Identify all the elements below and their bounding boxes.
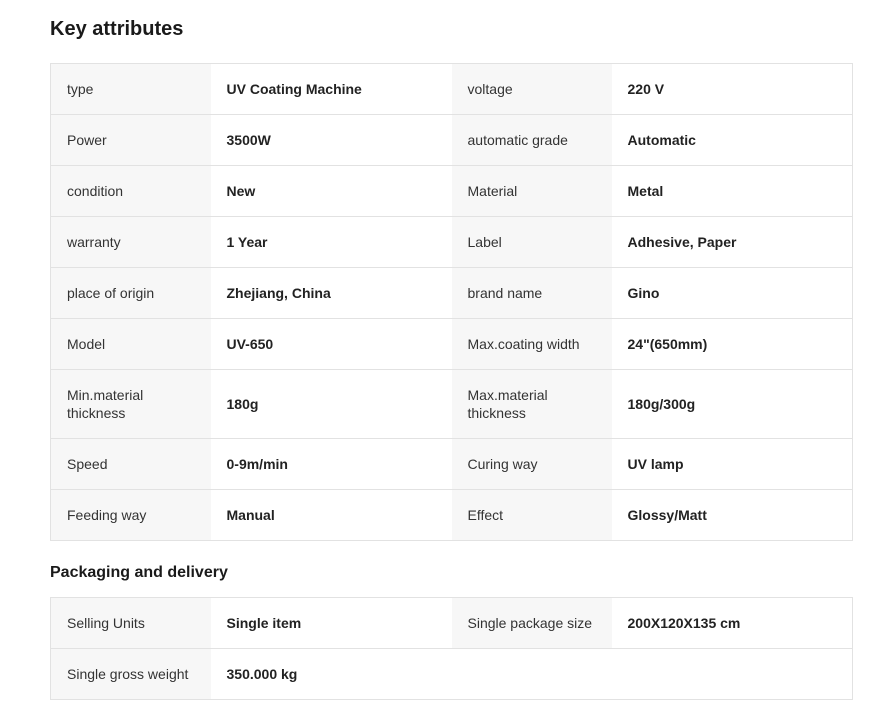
attribute-label: place of origin bbox=[50, 267, 211, 319]
attribute-label: Effect bbox=[451, 489, 612, 541]
attribute-label: Power bbox=[50, 114, 211, 166]
attribute-label: Max.coating width bbox=[451, 318, 612, 370]
table-row: Speed 0-9m/min Curing way UV lamp bbox=[50, 438, 853, 490]
attribute-value: 180g bbox=[210, 369, 452, 439]
attribute-value: Gino bbox=[611, 267, 853, 319]
attribute-value: 180g/300g bbox=[611, 369, 853, 439]
attribute-label: type bbox=[50, 63, 211, 115]
attribute-value: Zhejiang, China bbox=[210, 267, 452, 319]
table-row: Single gross weight 350.000 kg bbox=[50, 648, 853, 700]
attribute-label: voltage bbox=[451, 63, 612, 115]
attribute-value: New bbox=[210, 165, 452, 217]
table-row: condition New Material Metal bbox=[50, 165, 853, 217]
attribute-label: Min.material thickness bbox=[50, 369, 211, 439]
attribute-label: Selling Units bbox=[50, 597, 211, 649]
key-attributes-heading: Key attributes bbox=[50, 18, 184, 40]
attribute-label: automatic grade bbox=[451, 114, 612, 166]
attribute-label: brand name bbox=[451, 267, 612, 319]
attribute-value: 220 V bbox=[611, 63, 853, 115]
table-row: Min.material thickness 180g Max.material… bbox=[50, 369, 853, 439]
attribute-value: UV lamp bbox=[611, 438, 853, 490]
table-row: Power 3500W automatic grade Automatic bbox=[50, 114, 853, 166]
attribute-label: Label bbox=[451, 216, 612, 268]
attribute-label: Feeding way bbox=[50, 489, 211, 541]
attribute-value: 200X120X135 cm bbox=[611, 597, 853, 649]
table-row: Selling Units Single item Single package… bbox=[50, 597, 853, 649]
key-attributes-table: type UV Coating Machine voltage 220 V Po… bbox=[50, 63, 853, 541]
attribute-label: Single gross weight bbox=[50, 648, 211, 700]
attribute-value: Automatic bbox=[611, 114, 853, 166]
attribute-value: Glossy/Matt bbox=[611, 489, 853, 541]
attribute-value: 350.000 kg bbox=[210, 648, 452, 700]
attribute-value: 0-9m/min bbox=[210, 438, 452, 490]
attribute-label: condition bbox=[50, 165, 211, 217]
attribute-value: Adhesive, Paper bbox=[611, 216, 853, 268]
empty-cell bbox=[451, 648, 612, 700]
attribute-label: Curing way bbox=[451, 438, 612, 490]
attribute-label: Single package size bbox=[451, 597, 612, 649]
table-row: Feeding way Manual Effect Glossy/Matt bbox=[50, 489, 853, 541]
table-row: warranty 1 Year Label Adhesive, Paper bbox=[50, 216, 853, 268]
attribute-value: Metal bbox=[611, 165, 853, 217]
packaging-delivery-table: Selling Units Single item Single package… bbox=[50, 597, 853, 700]
empty-cell bbox=[611, 648, 853, 700]
attribute-value: 3500W bbox=[210, 114, 452, 166]
attribute-label: warranty bbox=[50, 216, 211, 268]
attribute-label: Material bbox=[451, 165, 612, 217]
attribute-label: Max.material thickness bbox=[451, 369, 612, 439]
attribute-value: 24"(650mm) bbox=[611, 318, 853, 370]
attribute-value: UV-650 bbox=[210, 318, 452, 370]
attribute-value: Single item bbox=[210, 597, 452, 649]
attribute-label: Model bbox=[50, 318, 211, 370]
table-row: place of origin Zhejiang, China brand na… bbox=[50, 267, 853, 319]
table-row: Model UV-650 Max.coating width 24"(650mm… bbox=[50, 318, 853, 370]
attribute-value: Manual bbox=[210, 489, 452, 541]
packaging-delivery-heading: Packaging and delivery bbox=[50, 564, 228, 581]
table-row: type UV Coating Machine voltage 220 V bbox=[50, 63, 853, 115]
attribute-label: Speed bbox=[50, 438, 211, 490]
attribute-value: 1 Year bbox=[210, 216, 452, 268]
attribute-value: UV Coating Machine bbox=[210, 63, 452, 115]
